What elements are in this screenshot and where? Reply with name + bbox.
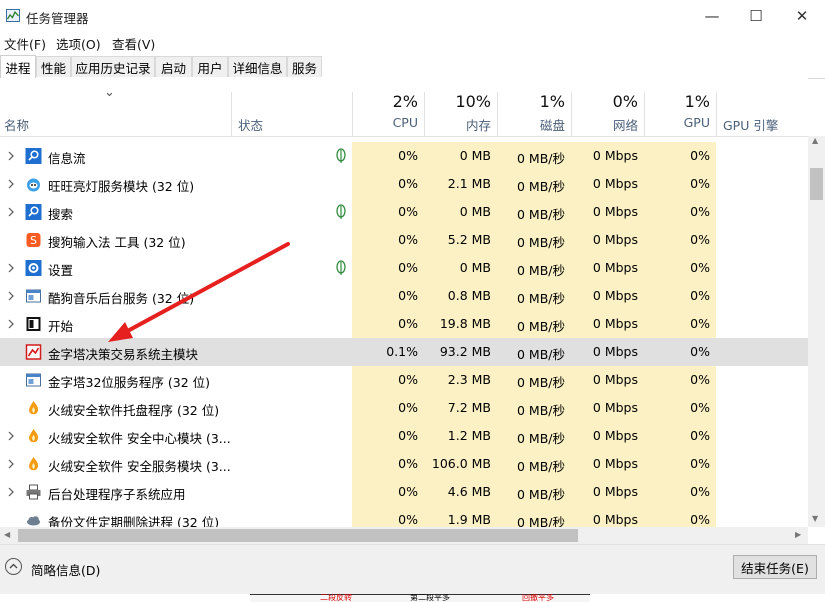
annotation-arrow — [108, 242, 290, 342]
tab-processes[interactable]: 进程 — [0, 55, 36, 78]
